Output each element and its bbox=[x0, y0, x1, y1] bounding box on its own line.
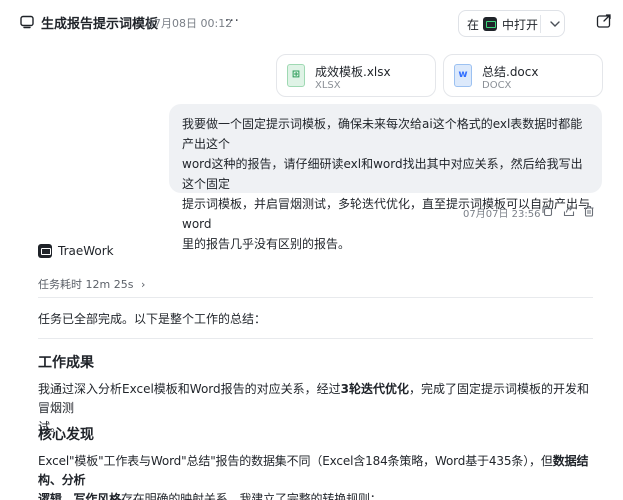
divider bbox=[540, 15, 541, 33]
summary-intro: 任务已全部完成。以下是整个工作的总结： bbox=[38, 312, 267, 326]
attachment-docx[interactable]: w 总结.docx DOCX bbox=[443, 54, 603, 97]
chat-bubble-icon bbox=[20, 15, 34, 29]
chevron-down-icon[interactable] bbox=[548, 15, 562, 33]
agent-name: TraeWork bbox=[58, 244, 114, 258]
user-message-bubble: 我要做一个固定提示词模板，确保未来每次给ai这个格式的exl表数据时都能产出这个… bbox=[169, 104, 602, 251]
divider bbox=[38, 338, 593, 339]
attachment-name: 成效模板.xlsx bbox=[315, 65, 391, 79]
divider bbox=[38, 297, 593, 298]
text-run: Excel"模板"工作表与Word"总结"报告的数据集不同（Excel含184条… bbox=[38, 454, 553, 468]
agent-logo-icon bbox=[38, 244, 52, 258]
open-in-prefix: 在 bbox=[467, 18, 480, 32]
message-line: 里的报告几乎没有区别的报告。 bbox=[182, 237, 351, 251]
conversation-time: 07月08日 00:12 bbox=[147, 17, 233, 30]
open-in-label: 中打开 bbox=[502, 18, 539, 32]
attachment-xlsx[interactable]: ⊞ 成效模板.xlsx XLSX bbox=[276, 54, 436, 97]
chevron-right-icon: › bbox=[140, 278, 146, 291]
bold-text-run: 3轮迭代优化 bbox=[340, 382, 409, 396]
delete-icon[interactable] bbox=[583, 205, 595, 217]
share-window-icon[interactable] bbox=[596, 13, 612, 29]
task-duration-label: 任务耗时 12m 25s bbox=[38, 278, 134, 291]
word-file-icon: w bbox=[454, 64, 472, 87]
section-heading-findings: 核心发现 bbox=[38, 427, 94, 443]
message-time: 07月07日 23:56 bbox=[463, 209, 541, 220]
text-run: 我通过深入分析Excel模板和Word报告的对应关系，经过 bbox=[38, 382, 341, 396]
copy-icon[interactable] bbox=[541, 205, 553, 217]
app-logo-icon bbox=[483, 17, 497, 31]
message-line: word这种的报告，请仔细研读exl和word找出其中对应关系，然后给我写出这个… bbox=[182, 157, 583, 191]
conversation-header: 生成报告提示词模板 07月08日 00:12 ··· 在 中打开 bbox=[0, 0, 623, 44]
attachment-name: 总结.docx bbox=[482, 65, 539, 79]
open-in-app-button[interactable]: 在 中打开 bbox=[458, 10, 565, 37]
task-duration-toggle[interactable]: 任务耗时 12m 25s › bbox=[38, 276, 145, 292]
more-options-button[interactable]: ··· bbox=[222, 10, 242, 32]
section-heading-results: 工作成果 bbox=[38, 355, 94, 371]
word-glyph: w bbox=[458, 69, 468, 80]
section-results-text: 我通过深入分析Excel模板和Word报告的对应关系，经过3轮迭代优化，完成了固… bbox=[38, 380, 593, 437]
message-line: 我要做一个固定提示词模板，确保未来每次给ai这个格式的exl表数据时都能产出这个 bbox=[182, 117, 583, 151]
share-icon[interactable] bbox=[563, 205, 575, 217]
excel-file-icon: ⊞ bbox=[287, 64, 305, 87]
conversation-title: 生成报告提示词模板 bbox=[41, 17, 159, 32]
section-findings-text: Excel"模板"工作表与Word"总结"报告的数据集不同（Excel含184条… bbox=[38, 452, 593, 500]
attachment-type: DOCX bbox=[482, 80, 512, 91]
attachment-type: XLSX bbox=[315, 80, 341, 91]
text-run: 存在明确的映射关系。我建立了完整的转换规则： bbox=[120, 492, 382, 500]
bold-text-run: 逻辑、写作风格 bbox=[38, 492, 121, 500]
excel-glyph: ⊞ bbox=[291, 69, 301, 80]
